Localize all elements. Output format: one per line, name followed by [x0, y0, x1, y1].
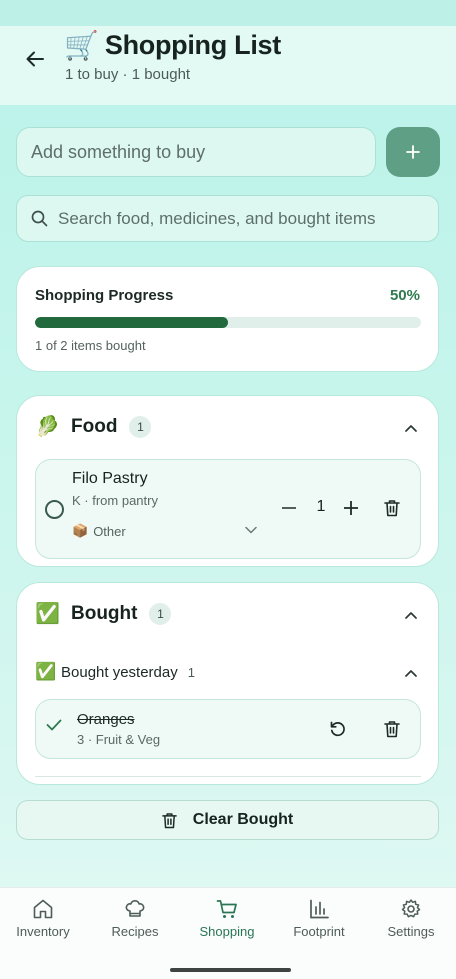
nav-item-footprint[interactable]: Footprint [274, 898, 364, 939]
chevron-up-icon [405, 670, 417, 677]
mark-bought-checkbox[interactable] [45, 500, 64, 519]
item-meta: K · from pantry [72, 493, 158, 508]
item-name: Oranges [77, 711, 135, 728]
check-box-icon: ✅ [35, 603, 60, 625]
add-item-input[interactable]: Add something to buy [16, 127, 376, 177]
item-name: Filo Pastry [72, 470, 148, 487]
back-button[interactable] [20, 44, 50, 74]
progress-title: Shopping Progress [35, 287, 174, 304]
check-box-icon: ✅ [35, 662, 57, 681]
page-title: Shopping List [104, 30, 281, 60]
search-icon [31, 210, 48, 227]
home-icon [33, 899, 53, 919]
restore-item-button[interactable] [327, 718, 349, 740]
app-header: 🛒 Shopping List 1 to buy · 1 bought [0, 26, 456, 105]
progress-percent: 50% [389, 287, 420, 304]
bought-yesterday-header[interactable]: ✅ Bought yesterday 1 [35, 661, 195, 683]
status-bar [0, 0, 456, 26]
bar-chart-icon [310, 899, 329, 919]
cart-emoji-icon: 🛒 [64, 29, 99, 61]
bought-section: ✅ Bought 1 ✅ Bought yesterday 1 Oranges … [16, 582, 439, 785]
nav-label: Recipes [111, 924, 159, 939]
clear-bought-label: Clear Bought [192, 811, 294, 828]
bottom-nav: Inventory Recipes Shopping Footprint Set… [0, 887, 456, 979]
food-count-badge: 1 [129, 416, 152, 438]
add-item-placeholder: Add something to buy [31, 141, 206, 162]
chef-hat-icon [125, 900, 145, 917]
minus-icon [282, 507, 296, 509]
undo-icon [330, 721, 345, 737]
check-icon[interactable] [46, 719, 62, 731]
nav-item-settings[interactable]: Settings [366, 898, 456, 939]
home-indicator[interactable] [170, 968, 291, 972]
gear-icon [401, 899, 421, 918]
progress-caption: 1 of 2 items bought [35, 338, 146, 353]
plus-icon [406, 145, 420, 159]
food-collapse-button[interactable] [404, 421, 418, 435]
clear-bought-button[interactable]: Clear Bought [16, 800, 439, 840]
category-select[interactable]: 📦 Other [72, 523, 126, 539]
nav-item-inventory[interactable]: Inventory [0, 898, 88, 939]
box-icon: 📦 [72, 523, 89, 538]
food-section: 🥬 Food 1 Filo Pastry K · from pantry 📦 O… [16, 395, 439, 567]
add-item-button[interactable] [386, 127, 440, 177]
item-meta: 3 · Fruit & Veg [77, 732, 161, 747]
nav-label: Settings [387, 924, 435, 939]
add-item-row: Add something to buy [16, 127, 440, 177]
title-row: 🛒 Shopping List [64, 30, 281, 61]
search-placeholder: Search food, medicines, and bought items [58, 208, 376, 228]
shopping-progress-card: Shopping Progress 50% 1 of 2 items bough… [16, 266, 439, 372]
trash-icon [384, 721, 400, 738]
nav-item-recipes[interactable]: Recipes [90, 898, 180, 939]
arrow-left-icon [26, 51, 44, 67]
food-section-title: Food [71, 416, 118, 437]
delete-item-button[interactable] [381, 497, 403, 519]
bought-section-header[interactable]: ✅ Bought 1 [35, 603, 172, 625]
plus-icon [344, 501, 358, 515]
nav-label: Shopping [199, 924, 255, 939]
food-section-header[interactable]: 🥬 Food 1 [35, 416, 152, 438]
bought-section-title: Bought [71, 603, 138, 624]
list-item: Oranges 3 · Fruit & Veg [35, 699, 421, 759]
lettuce-icon: 🥬 [35, 416, 60, 438]
bought-collapse-button[interactable] [404, 608, 418, 622]
chevron-up-icon [405, 425, 417, 432]
quantity-value: 1 [316, 498, 326, 515]
category-value: Other [93, 523, 126, 539]
decrease-quantity-button[interactable] [278, 497, 300, 519]
bought-yesterday-count: 1 [187, 664, 195, 680]
bought-yesterday-title: Bought yesterday [61, 663, 178, 681]
bought-count-badge: 1 [149, 603, 172, 625]
bought-yesterday-collapse-button[interactable] [404, 666, 418, 680]
divider [35, 776, 421, 777]
increase-quantity-button[interactable] [340, 497, 362, 519]
delete-item-button[interactable] [381, 718, 403, 740]
trash-icon [384, 500, 400, 517]
chevron-up-icon [405, 612, 417, 619]
page-subtitle: 1 to buy · 1 bought [65, 66, 191, 83]
nav-label: Inventory [16, 924, 70, 939]
list-item: Filo Pastry K · from pantry 📦 Other 1 [35, 459, 421, 559]
nav-item-shopping[interactable]: Shopping [182, 898, 272, 939]
cart-icon [216, 900, 237, 918]
trash-icon [161, 812, 177, 828]
search-input[interactable]: Search food, medicines, and bought items [16, 195, 439, 242]
chevron-down-icon[interactable] [245, 526, 257, 534]
progress-bar [35, 317, 421, 328]
nav-label: Footprint [293, 924, 345, 939]
progress-bar-fill [35, 317, 228, 328]
